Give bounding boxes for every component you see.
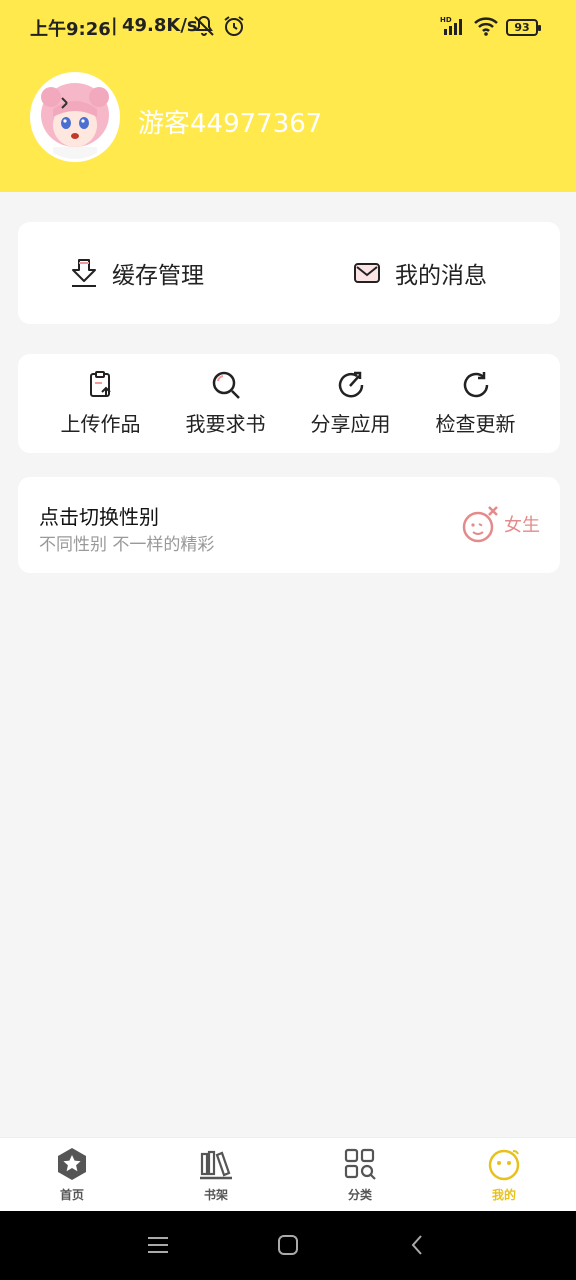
network-speed: 49.8K/s xyxy=(122,15,198,36)
refresh-icon xyxy=(463,372,488,398)
anime-avatar-image xyxy=(33,75,117,159)
username[interactable]: 游客44977367 xyxy=(138,103,322,140)
wifi-icon xyxy=(474,17,498,36)
gender-switch-title: 点击切换性别 xyxy=(39,505,159,529)
tab-bookshelf[interactable]: 书架 xyxy=(144,1138,288,1212)
status-separator: | xyxy=(111,15,118,36)
quick-actions-card: 缓存管理 我的消息 xyxy=(18,222,560,324)
check-update-label: 检查更新 xyxy=(435,412,516,436)
category-grid-icon xyxy=(344,1148,376,1180)
download-icon xyxy=(72,259,96,287)
gender-switch-card[interactable]: 点击切换性别 不同性别 不一样的精彩 女生 xyxy=(18,477,560,573)
gender-switch-subtitle: 不同性别 不一样的精彩 xyxy=(39,535,215,555)
tab-home[interactable]: 首页 xyxy=(0,1138,144,1212)
search-icon xyxy=(212,371,240,399)
status-time: 上午9:26 xyxy=(30,19,111,40)
back-icon[interactable] xyxy=(406,1233,430,1257)
tab-category-label: 分类 xyxy=(347,1188,372,1202)
status-bar: 上午9:26 | 49.8K/s HD 93 xyxy=(0,0,576,54)
tab-bookshelf-label: 书架 xyxy=(203,1188,228,1202)
mute-icon xyxy=(194,15,214,36)
tab-mine-label: 我的 xyxy=(491,1188,516,1202)
profile-header: 上午9:26 | 49.8K/s HD 93 游客44977367 xyxy=(0,0,576,192)
share-icon xyxy=(338,371,363,398)
tab-mine[interactable]: 我的 xyxy=(432,1138,576,1212)
tab-home-label: 首页 xyxy=(59,1188,84,1202)
bookshelf-icon xyxy=(200,1150,232,1180)
alarm-icon xyxy=(224,16,244,36)
cache-management-label: 缓存管理 xyxy=(112,263,204,289)
tools-card: 上传作品 我要求书 分享应用 检查更新 xyxy=(18,354,560,453)
gender-current: 女生 xyxy=(504,515,540,536)
smiley-face-icon xyxy=(488,1149,520,1181)
tab-category[interactable]: 分类 xyxy=(288,1138,432,1212)
my-messages-label: 我的消息 xyxy=(395,263,487,289)
share-app-button[interactable]: 分享应用 xyxy=(288,370,413,437)
mail-icon xyxy=(354,263,380,283)
request-book-label: 我要求书 xyxy=(185,412,266,436)
avatar[interactable] xyxy=(30,72,120,162)
upload-works-button[interactable]: 上传作品 xyxy=(38,370,163,437)
bottom-tab-bar: 首页 书架 分类 我的 xyxy=(0,1137,576,1211)
hd-signal-icon: HD xyxy=(440,16,462,35)
female-face-icon xyxy=(462,506,498,543)
upload-clipboard-icon xyxy=(89,371,111,397)
share-app-label: 分享应用 xyxy=(310,412,391,436)
check-update-button[interactable]: 检查更新 xyxy=(413,370,538,437)
upload-works-label: 上传作品 xyxy=(60,412,141,436)
gender-toggle[interactable]: 女生 xyxy=(462,505,540,543)
battery-indicator: 93 xyxy=(506,19,541,36)
request-book-button[interactable]: 我要求书 xyxy=(163,370,288,437)
home-icon[interactable] xyxy=(276,1233,300,1257)
star-hexagon-icon xyxy=(58,1148,86,1180)
menu-icon[interactable] xyxy=(146,1233,170,1257)
system-navigation-bar xyxy=(0,1211,576,1280)
my-messages-button[interactable]: 我的消息 xyxy=(353,222,487,324)
svg-text:HD: HD xyxy=(440,16,452,24)
cache-management-button[interactable]: 缓存管理 xyxy=(70,222,204,324)
